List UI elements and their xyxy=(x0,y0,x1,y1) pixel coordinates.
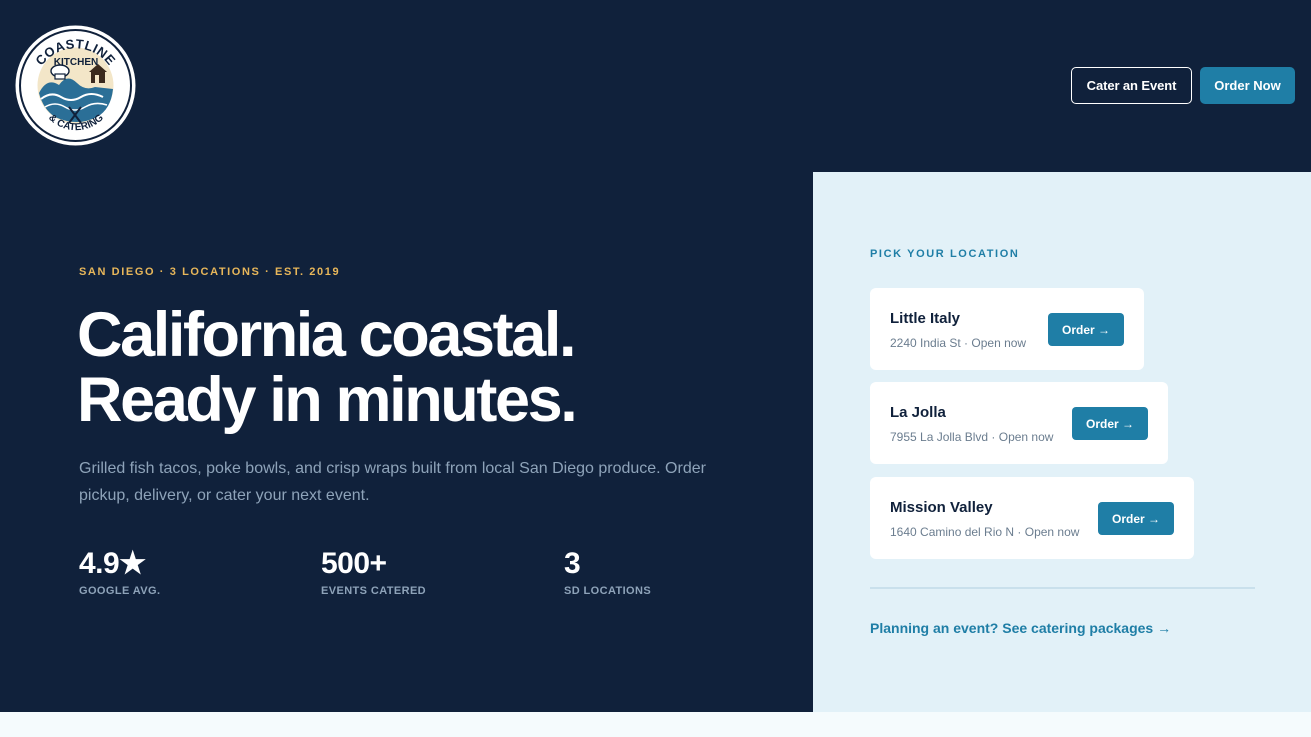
hero-eyebrow: SAN DIEGO · 3 LOCATIONS · EST. 2019 xyxy=(79,266,341,278)
location-address-status: 2240 India St · Open now xyxy=(890,336,1027,350)
order-mission-valley-button[interactable]: Order → xyxy=(1098,502,1174,535)
stat-events-catered: 500+ EVENTS CATERED xyxy=(321,546,426,597)
stat-locations: 3 SD LOCATIONS xyxy=(564,546,651,597)
stat-value: 3 xyxy=(564,547,581,580)
stat-label: EVENTS CATERED xyxy=(321,585,427,597)
landing-page: COASTLINE KITCHEN & CATERING Cater an Ev… xyxy=(0,0,1311,737)
stat-value: 4.9★ xyxy=(79,547,146,580)
location-picker-title: PICK YOUR LOCATION xyxy=(870,248,1020,260)
stat-label: GOOGLE AVG. xyxy=(79,585,161,597)
headline-line-2: Ready in minutes. xyxy=(77,365,578,435)
order-la-jolla-button[interactable]: Order → xyxy=(1072,407,1148,440)
hero-headline: California coastal. Ready in minutes. xyxy=(77,300,578,435)
next-section-edge xyxy=(0,712,1311,737)
location-card-la-jolla[interactable]: La Jolla 7955 La Jolla Blvd · Open now O… xyxy=(870,382,1168,464)
location-picker-panel: PICK YOUR LOCATION Little Italy 2240 Ind… xyxy=(813,172,1311,712)
location-name: Mission Valley xyxy=(890,499,993,516)
order-little-italy-button[interactable]: Order → xyxy=(1048,313,1124,346)
stat-google-rating: 4.9★ GOOGLE AVG. xyxy=(79,546,160,597)
location-card-little-italy[interactable]: Little Italy 2240 India St · Open now Or… xyxy=(870,288,1144,370)
logo-middle-text: KITCHEN xyxy=(54,57,98,68)
stat-value: 500+ xyxy=(321,547,387,580)
stat-label: SD LOCATIONS xyxy=(564,585,652,597)
order-now-button[interactable]: Order Now xyxy=(1200,67,1295,104)
location-address-status: 7955 La Jolla Blvd · Open now xyxy=(890,430,1054,444)
panel-divider xyxy=(870,587,1255,589)
location-name: Little Italy xyxy=(890,310,961,327)
catering-packages-link[interactable]: Planning an event? See catering packages… xyxy=(870,620,1171,636)
hero-subtitle: Grilled fish tacos, poke bowls, and cris… xyxy=(79,460,706,504)
location-address-status: 1640 Camino del Rio N · Open now xyxy=(890,525,1080,539)
headline-line-1: California coastal. xyxy=(77,300,576,370)
cater-event-button[interactable]: Cater an Event xyxy=(1071,67,1192,104)
brand-logo[interactable]: COASTLINE KITCHEN & CATERING xyxy=(15,25,136,146)
location-name: La Jolla xyxy=(890,404,946,421)
location-card-mission-valley[interactable]: Mission Valley 1640 Camino del Rio N · O… xyxy=(870,477,1194,559)
